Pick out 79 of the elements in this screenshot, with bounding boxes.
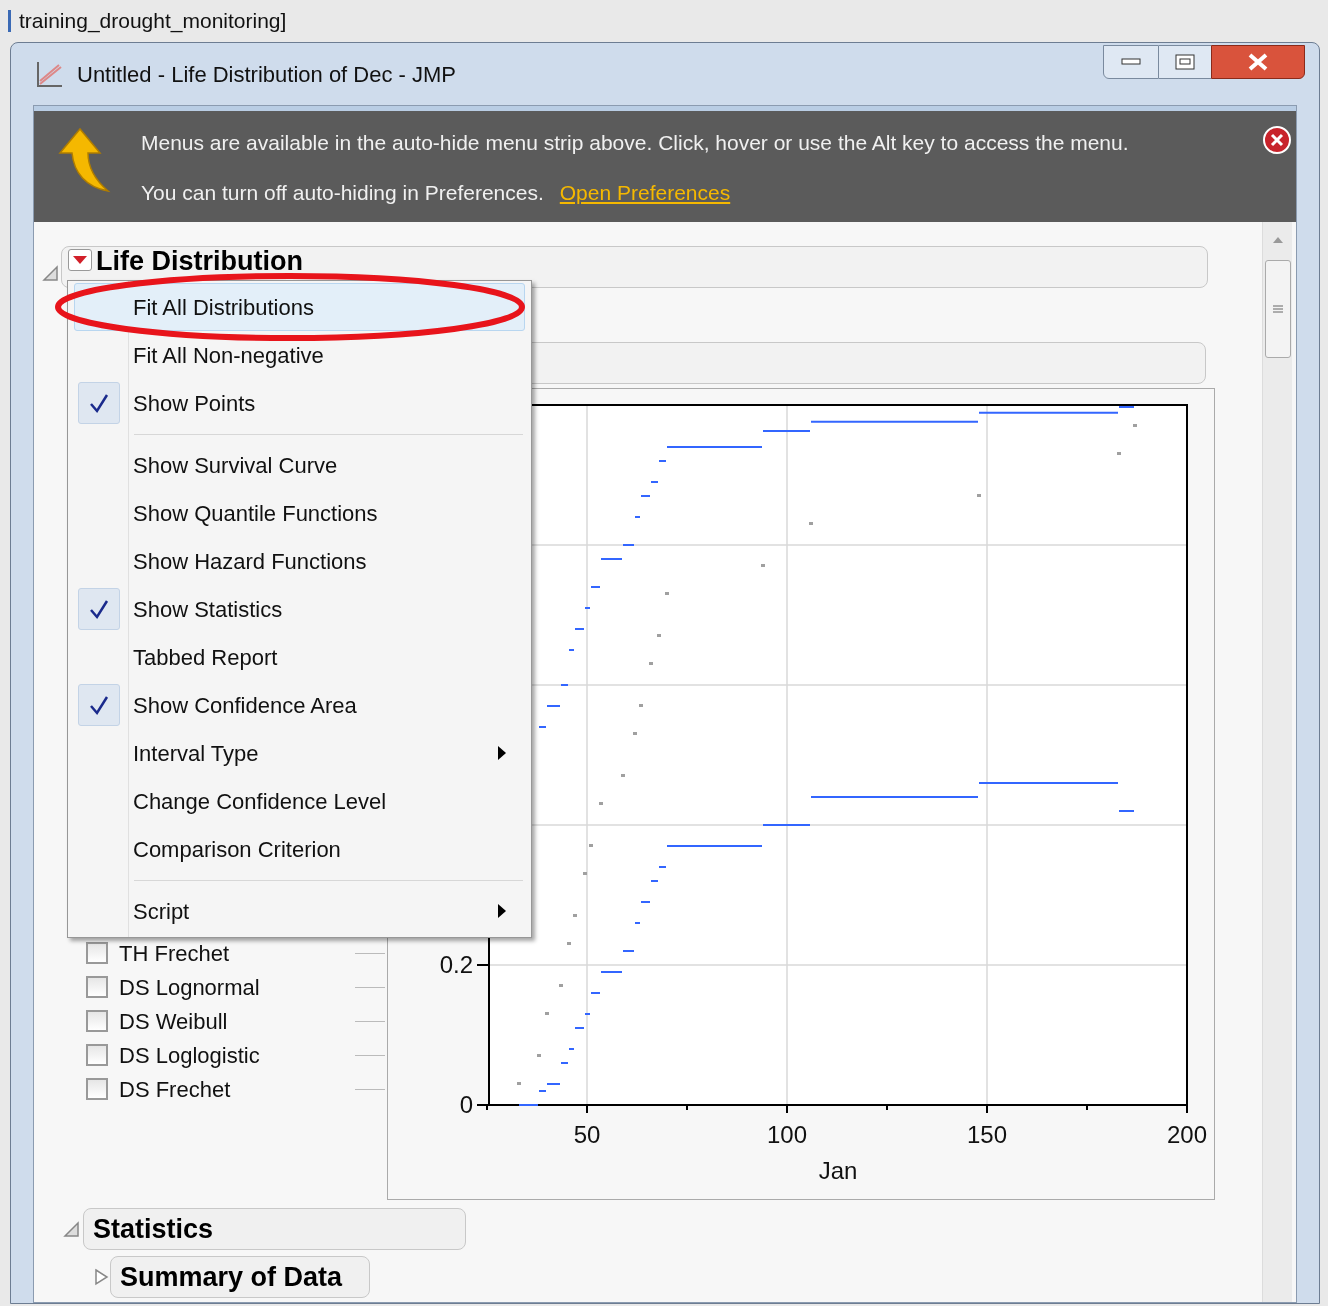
legend-label: DS Frechet <box>119 1075 232 1104</box>
legend-line <box>355 1054 385 1056</box>
menu-item[interactable]: Show Survival Curve <box>74 441 525 489</box>
data-point <box>761 564 765 567</box>
menu-item[interactable]: Comparison Criterion <box>74 825 525 873</box>
section-header[interactable]: Summary of Data <box>110 1256 370 1298</box>
data-point <box>977 494 981 497</box>
data-point <box>559 984 563 987</box>
checkbox[interactable] <box>86 942 108 964</box>
menu-item[interactable]: Show Quantile Functions <box>74 489 525 537</box>
maximize-button[interactable] <box>1159 45 1211 79</box>
report-menu-button[interactable] <box>68 249 92 271</box>
scrollbar-thumb[interactable] <box>1264 260 1291 358</box>
close-icon[interactable] <box>1262 125 1292 155</box>
minimize-button[interactable] <box>1103 45 1159 79</box>
info-text: Menus are available in the auto-hide menu strip above. Click, hover or use the Alt key to access the menu. <box>141 130 1129 156</box>
close-icon <box>1247 53 1269 71</box>
legend-line <box>355 986 385 988</box>
data-point <box>599 802 603 805</box>
scroll-up-icon[interactable] <box>1271 236 1284 244</box>
legend-label: DS Lognormal <box>119 973 261 1002</box>
data-point <box>809 522 813 525</box>
restore-icon <box>1175 54 1195 70</box>
data-point <box>1117 452 1121 455</box>
checkbox[interactable] <box>86 976 108 998</box>
data-point <box>621 774 625 777</box>
data-point <box>665 592 669 595</box>
tick-label: 50 <box>573 1121 601 1148</box>
tick-label: 200 <box>1167 1121 1207 1148</box>
data-point <box>633 732 637 735</box>
legend-label: DS Loglogistic <box>119 1041 261 1070</box>
report-title: Life Distribution <box>96 247 303 275</box>
window-title: Untitled - Life Distribution of Dec - JMP <box>77 60 457 89</box>
legend-line <box>355 952 385 954</box>
legend-line <box>355 1020 385 1022</box>
data-point <box>657 634 661 637</box>
menu-item[interactable]: Show Points <box>74 379 525 427</box>
data-point <box>567 942 571 945</box>
grip-icon <box>1272 305 1283 313</box>
minimize-icon <box>1121 58 1141 66</box>
collapse-triangle-icon[interactable] <box>41 264 59 282</box>
data-point <box>649 662 653 665</box>
data-point <box>1133 424 1137 427</box>
menu-item[interactable]: Fit All Non-negative <box>74 331 525 379</box>
data-point <box>545 1012 549 1015</box>
checkbox[interactable] <box>86 1010 108 1032</box>
chart-icon <box>35 59 65 89</box>
collapse-triangle-icon[interactable] <box>62 1220 80 1238</box>
legend-label: TH Frechet <box>119 939 231 968</box>
tick-label: 150 <box>967 1121 1007 1148</box>
axis-label: Jan <box>818 1157 858 1184</box>
data-point <box>583 872 587 875</box>
scrollbar[interactable] <box>1262 222 1292 1302</box>
data-point <box>639 704 643 707</box>
menu-item[interactable]: Show Confidence Area <box>74 681 525 729</box>
close-button[interactable] <box>1211 45 1305 79</box>
section-header[interactable]: Statistics <box>83 1208 466 1250</box>
menu-item[interactable]: Script <box>74 887 525 935</box>
info-text: You can turn off auto-hiding in Preferences. <box>141 180 544 206</box>
tick-label: 100 <box>767 1121 807 1148</box>
dropdown-triangle-icon <box>73 255 87 265</box>
menu-item[interactable]: Interval Type <box>74 729 525 777</box>
menu-item[interactable]: Show Hazard Functions <box>74 537 525 585</box>
menu-item[interactable]: Change Confidence Level <box>74 777 525 825</box>
legend-line <box>355 1088 385 1090</box>
data-point <box>517 1082 521 1085</box>
expand-triangle-icon[interactable] <box>92 1268 110 1286</box>
checkbox[interactable] <box>86 1078 108 1100</box>
checkbox[interactable] <box>86 1044 108 1066</box>
data-point <box>573 914 577 917</box>
window-caption: training_drought_monitoring] <box>19 8 287 35</box>
data-point <box>589 844 593 847</box>
data-point <box>537 1054 541 1057</box>
menu-item[interactable]: Show Statistics <box>74 585 525 633</box>
menu-item[interactable]: Tabbed Report <box>74 633 525 681</box>
tick-label: 0 <box>459 1091 473 1118</box>
legend-label: DS Weibull <box>119 1007 229 1036</box>
tick-label: 0.2 <box>439 951 473 978</box>
open-preferences-link[interactable]: Open Preferences <box>559 179 731 207</box>
